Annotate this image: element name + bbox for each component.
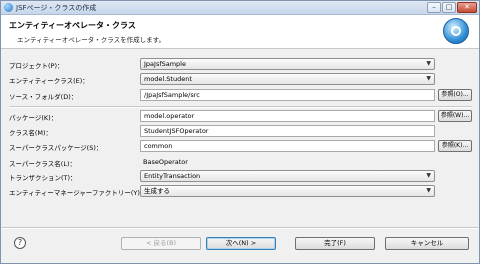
app-icon	[4, 3, 13, 12]
close-button[interactable]: ✕	[457, 2, 477, 13]
manager-factory-label: エンティティーマネージャーファクトリー(Y)：	[9, 189, 147, 197]
entity-class-row: エンティティークラス(E)： model.Student ▼	[1, 73, 479, 86]
next-button[interactable]: 次へ(N) >	[206, 237, 276, 250]
project-select[interactable]: JpaJsfSample ▼	[140, 58, 435, 70]
super-package-label: スーパークラスパッケージ(S)：	[9, 144, 103, 152]
class-name-label: クラス名(M)：	[9, 129, 53, 137]
back-button[interactable]: < 戻る(B)	[121, 237, 201, 250]
page-description: エンティティーオペレータ・クラスを作成します。	[17, 36, 165, 44]
package-row: パッケージ(K)： model.operator 参照(W)...	[1, 110, 479, 123]
transaction-value: EntityTransaction	[144, 172, 201, 180]
divider	[9, 106, 472, 108]
super-package-input[interactable]: common	[140, 140, 435, 152]
transaction-select[interactable]: EntityTransaction ▼	[140, 170, 435, 182]
footer-divider	[1, 227, 479, 229]
window-controls: – □ ✕	[426, 2, 477, 13]
wizard-header: エンティティーオペレータ・クラス エンティティーオペレータ・クラスを作成します。	[1, 15, 479, 49]
super-class-row: スーパークラス名(L)： BaseOperator	[1, 156, 479, 169]
manager-factory-row: エンティティーマネージャーファクトリー(Y)： 生成する ▼	[1, 185, 479, 198]
help-icon[interactable]: ?	[14, 237, 26, 249]
super-class-value: BaseOperator	[143, 158, 188, 166]
title-bar: JSFページ・クラスの作成 – □ ✕	[1, 1, 479, 15]
wizard-window: JSFページ・クラスの作成 – □ ✕ エンティティーオペレータ・クラス エンテ…	[0, 0, 480, 264]
entity-class-select[interactable]: model.Student ▼	[140, 73, 435, 85]
transaction-row: トランザクション(T)： EntityTransaction ▼	[1, 170, 479, 183]
dropdown-arrow-icon: ▼	[426, 187, 431, 194]
dropdown-arrow-icon: ▼	[426, 172, 431, 179]
source-folder-label: ソース・フォルダ(D)：	[9, 93, 78, 101]
page-title: エンティティーオペレータ・クラス	[9, 21, 136, 30]
package-browse-button[interactable]: 参照(W)...	[438, 110, 472, 122]
super-package-browse-button[interactable]: 参照(K)...	[438, 140, 472, 152]
maximize-button[interactable]: □	[442, 2, 456, 13]
source-folder-browse-button[interactable]: 参照(O)...	[438, 89, 472, 101]
transaction-label: トランザクション(T)：	[9, 174, 77, 182]
window-title: JSFページ・クラスの作成	[16, 4, 97, 12]
project-value: JpaJsfSample	[144, 60, 186, 68]
entity-class-label: エンティティークラス(E)：	[9, 77, 89, 85]
project-row: プロジェクト(P)： JpaJsfSample ▼	[1, 58, 479, 71]
finish-button[interactable]: 完了(F)	[295, 237, 375, 250]
dropdown-arrow-icon: ▼	[426, 60, 431, 67]
class-name-row: クラス名(M)： StudentJSFOperator	[1, 125, 479, 138]
class-name-input[interactable]: StudentJSFOperator	[140, 125, 435, 137]
wizard-banner-icon	[443, 18, 469, 44]
source-folder-row: ソース・フォルダ(D)： /JpaJsfSample/src 参照(O)...	[1, 89, 479, 102]
package-input[interactable]: model.operator	[140, 110, 435, 122]
project-label: プロジェクト(P)：	[9, 62, 64, 70]
super-class-label: スーパークラス名(L)：	[9, 160, 76, 168]
package-label: パッケージ(K)：	[9, 114, 58, 122]
manager-factory-select[interactable]: 生成する ▼	[140, 185, 435, 197]
minimize-button[interactable]: –	[427, 2, 441, 13]
manager-factory-value: 生成する	[144, 187, 170, 195]
cancel-button[interactable]: キャンセル	[385, 237, 469, 250]
entity-class-value: model.Student	[144, 75, 192, 83]
dropdown-arrow-icon: ▼	[426, 75, 431, 82]
source-folder-input[interactable]: /JpaJsfSample/src	[140, 89, 435, 101]
super-package-row: スーパークラスパッケージ(S)： common 参照(K)...	[1, 140, 479, 153]
